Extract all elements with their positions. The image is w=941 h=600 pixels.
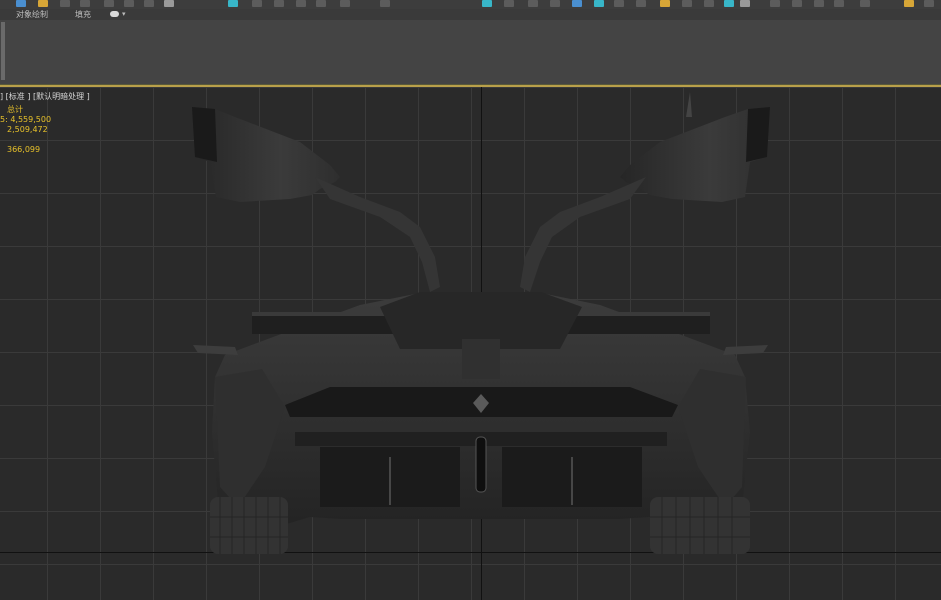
placement-icon[interactable] [164,0,174,7]
car-body [193,292,768,532]
render-to-texture-icon[interactable] [724,0,734,7]
move-icon[interactable] [104,0,114,7]
snap-toggle-icon[interactable] [228,0,238,7]
spinner-snap-icon[interactable] [296,0,306,7]
render-production-icon[interactable] [594,0,604,7]
rendered-frame-icon[interactable] [572,0,582,7]
scale-icon[interactable] [144,0,154,7]
curve-editor-icon[interactable] [482,0,492,7]
render-online-icon[interactable] [614,0,624,7]
rotate-icon[interactable] [124,0,134,7]
align-icon[interactable] [380,0,390,7]
workspace-icon[interactable] [814,0,824,7]
ribbon-drag-handle[interactable] [1,22,5,80]
angle-snap-icon[interactable] [252,0,262,7]
render-message-icon[interactable] [740,0,750,7]
search-icon[interactable] [860,0,870,7]
right-door [520,92,770,292]
car-model[interactable] [0,87,941,600]
layer-manager-icon[interactable] [636,0,646,7]
select-object-icon[interactable] [16,0,26,7]
ribbon-panel [0,20,941,85]
stats-verts: 2,509,472 [7,125,48,134]
material-editor-icon[interactable] [528,0,538,7]
selection-region-icon[interactable] [60,0,70,7]
schematic-view-icon[interactable] [504,0,514,7]
quick-align-icon[interactable] [770,0,780,7]
toggle-ribbon-icon[interactable] [792,0,802,7]
eye-icon[interactable] [110,11,119,17]
edit-named-sets-icon[interactable] [316,0,326,7]
environment-icon[interactable] [704,0,714,7]
viewport-label-menu[interactable]: ] [标准 ] [默认明暗处理 ] [0,91,90,102]
stats-polys: 5: 4,559,500 [0,115,52,124]
graphite-tools-icon[interactable] [682,0,692,7]
percent-snap-icon[interactable] [274,0,284,7]
select-by-name-icon[interactable] [38,0,48,7]
tab-object-paint[interactable]: 对象绘制 [16,9,48,20]
overflow-icon[interactable] [924,0,934,7]
stats-header: 总计 [7,105,23,114]
mirror-icon[interactable] [340,0,350,7]
signin-icon[interactable] [904,0,914,7]
stats-fps: 366,099 [7,145,41,154]
left-door [192,107,440,292]
render-setup-icon[interactable] [550,0,560,7]
help-icon[interactable] [834,0,844,7]
window-crossing-icon[interactable] [80,0,90,7]
stats-overlay: 总计 5: 4,559,500 2,509,472 366,099 [0,105,51,155]
scene-explorer-icon[interactable] [660,0,670,7]
tab-populate[interactable]: 填充 [75,9,91,20]
perspective-viewport[interactable]: ] [标准 ] [默认明暗处理 ] 总计 5: 4,559,500 2,509,… [0,87,941,600]
chevron-down-icon[interactable]: ▾ [122,9,126,20]
ribbon-tab-row: 对象绘制 填充 ▾ [0,9,941,20]
